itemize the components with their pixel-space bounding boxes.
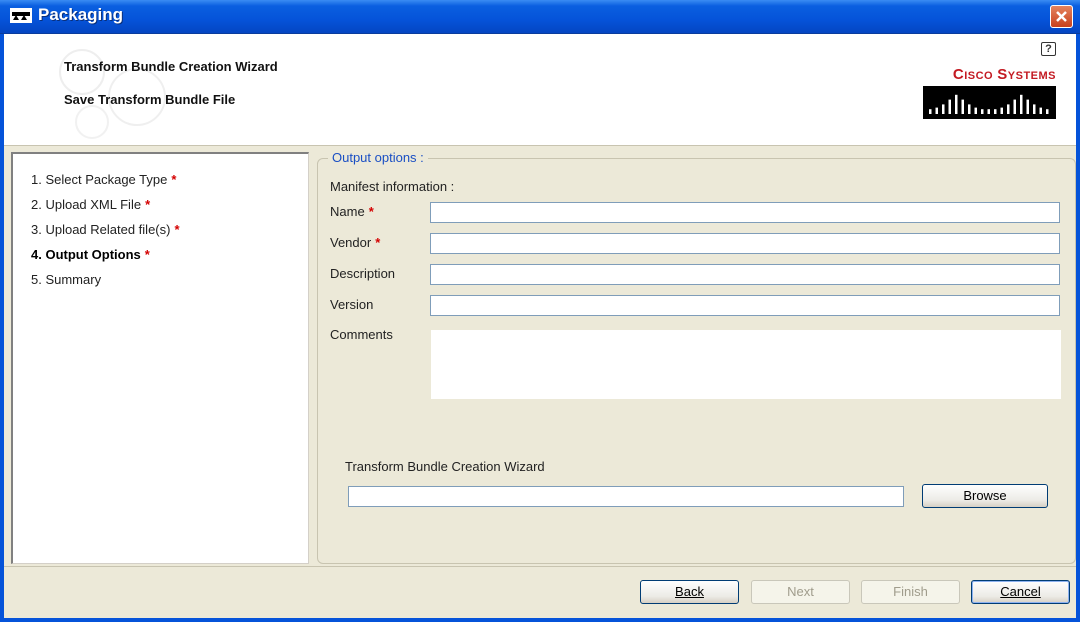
wizard-title: Transform Bundle Creation Wizard bbox=[64, 59, 278, 74]
bundle-file-path-field[interactable] bbox=[348, 486, 904, 507]
vendor-label: Vendor * bbox=[330, 235, 381, 250]
logo-bar bbox=[929, 109, 932, 114]
version-field[interactable] bbox=[430, 295, 1060, 316]
logo-bar bbox=[948, 99, 951, 114]
comments-label: Comments bbox=[330, 327, 393, 342]
logo-bar bbox=[981, 109, 984, 114]
vendor-field[interactable] bbox=[430, 233, 1060, 254]
step-output-options[interactable]: 4. Output Options * bbox=[31, 247, 150, 262]
required-marker: * bbox=[171, 172, 177, 187]
logo-bar bbox=[1033, 104, 1036, 114]
logo-bar bbox=[955, 94, 958, 114]
next-button[interactable]: Next bbox=[751, 580, 850, 604]
cisco-brand-text: CISCO SYSTEMS bbox=[952, 66, 1056, 83]
wizard-steps-panel: 1. Select Package Type * 2. Upload XML Fi… bbox=[11, 152, 309, 564]
logo-bar bbox=[994, 109, 997, 114]
version-label: Version bbox=[330, 297, 374, 312]
required-marker: * bbox=[375, 235, 381, 250]
logo-bar bbox=[987, 109, 990, 114]
browse-button[interactable]: Browse bbox=[922, 484, 1048, 508]
packaging-app-icon bbox=[10, 8, 32, 23]
name-field[interactable] bbox=[430, 202, 1060, 223]
cisco-logo bbox=[923, 86, 1056, 119]
close-button[interactable] bbox=[1050, 5, 1073, 28]
window-titlebar[interactable]: Packaging bbox=[0, 0, 1080, 34]
logo-bar bbox=[942, 104, 945, 114]
finish-button[interactable]: Finish bbox=[861, 580, 960, 604]
bundle-file-label: Transform Bundle Creation Wizard bbox=[345, 459, 545, 474]
required-marker: * bbox=[145, 197, 151, 212]
window-title: Packaging bbox=[38, 5, 124, 24]
description-field[interactable] bbox=[430, 264, 1060, 285]
logo-bar bbox=[961, 99, 964, 114]
logo-bar bbox=[1046, 109, 1049, 114]
required-marker: * bbox=[368, 204, 374, 219]
logo-bar bbox=[1026, 99, 1029, 114]
step-upload-xml-file[interactable]: 2. Upload XML File * bbox=[31, 197, 150, 212]
step-summary[interactable]: 5. Summary bbox=[31, 272, 101, 287]
required-marker: * bbox=[144, 247, 150, 262]
page-title: Save Transform Bundle File bbox=[64, 92, 236, 107]
logo-bar bbox=[1013, 99, 1016, 114]
name-label: Name * bbox=[330, 204, 374, 219]
logo-bar bbox=[935, 107, 938, 114]
logo-bar bbox=[974, 107, 977, 114]
cancel-button[interactable]: Cancel bbox=[971, 580, 1070, 604]
wizard-header: Transform Bundle Creation Wizard Save Tr… bbox=[4, 34, 1076, 146]
close-icon bbox=[1056, 11, 1067, 22]
logo-bar bbox=[968, 104, 971, 114]
required-marker: * bbox=[174, 222, 180, 237]
logo-bar bbox=[1039, 107, 1042, 114]
logo-bar bbox=[1020, 94, 1023, 114]
output-options-title: Output options : bbox=[328, 150, 428, 165]
step-upload-related-files[interactable]: 3. Upload Related file(s) * bbox=[31, 222, 180, 237]
logo-bar bbox=[1007, 104, 1010, 114]
back-button[interactable]: Back bbox=[640, 580, 739, 604]
step-select-package-type[interactable]: 1. Select Package Type * bbox=[31, 172, 176, 187]
manifest-information-label: Manifest information : bbox=[330, 179, 455, 194]
help-icon[interactable]: ? bbox=[1041, 42, 1056, 56]
comments-field[interactable] bbox=[430, 329, 1062, 400]
logo-bar bbox=[1000, 107, 1003, 114]
description-label: Description bbox=[330, 266, 396, 281]
